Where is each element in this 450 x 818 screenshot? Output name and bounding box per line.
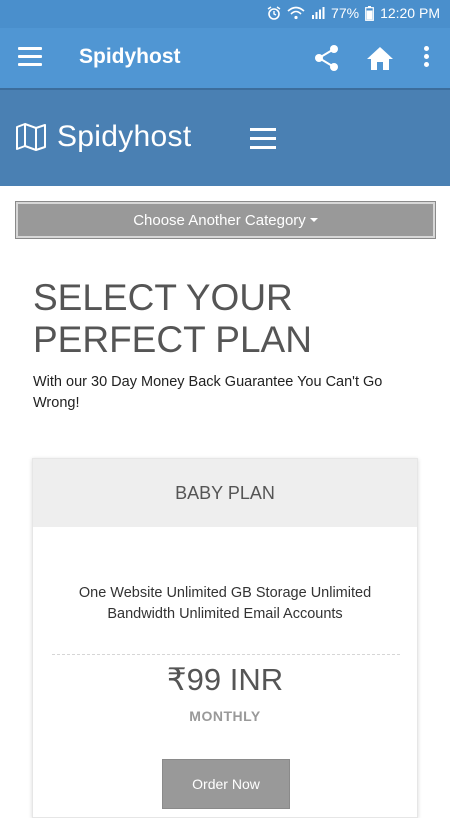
battery-icon <box>365 5 374 21</box>
menu-icon[interactable] <box>18 47 42 67</box>
map-logo-icon <box>16 123 46 151</box>
plan-name: BABY PLAN <box>33 459 417 527</box>
alarm-icon <box>267 6 281 20</box>
site-header: Spidyhost <box>0 88 450 186</box>
signal-icon <box>312 7 325 19</box>
page-subtitle: With our 30 Day Money Back Guarantee You… <box>33 374 383 411</box>
home-icon[interactable] <box>366 44 394 72</box>
app-bar: Spidyhost <box>0 28 450 88</box>
clock: 12:20 PM <box>380 5 440 21</box>
wifi-icon <box>287 6 305 20</box>
caret-down-icon <box>309 218 318 222</box>
site-logo[interactable]: Spidyhost <box>15 120 191 154</box>
plan-price: ₹99 INR <box>166 662 284 697</box>
status-bar: 77% 12:20 PM <box>0 0 450 28</box>
more-vert-icon[interactable] <box>420 46 432 70</box>
share-icon[interactable] <box>313 44 341 72</box>
plan-period: MONTHLY <box>189 708 261 724</box>
battery-percent: 77% <box>331 5 360 21</box>
plan-card: BABY PLAN One Website Unlimited GB Stora… <box>32 458 418 818</box>
app-title: Spidyhost <box>79 45 181 68</box>
order-now-button[interactable]: Order Now <box>162 759 290 809</box>
site-menu-icon[interactable] <box>250 128 276 150</box>
choose-category-label: Choose Another Category <box>133 211 306 229</box>
status-icons: 77% 12:20 PM <box>267 5 440 21</box>
plan-features: One Website Unlimited GB Storage Unlimit… <box>78 585 372 622</box>
logo-text: Spidyhost <box>57 120 192 153</box>
plan-divider <box>52 654 400 655</box>
choose-category-button[interactable]: Choose Another Category <box>15 201 436 239</box>
page-title: SELECT YOUR PERFECT PLAN <box>33 277 312 360</box>
